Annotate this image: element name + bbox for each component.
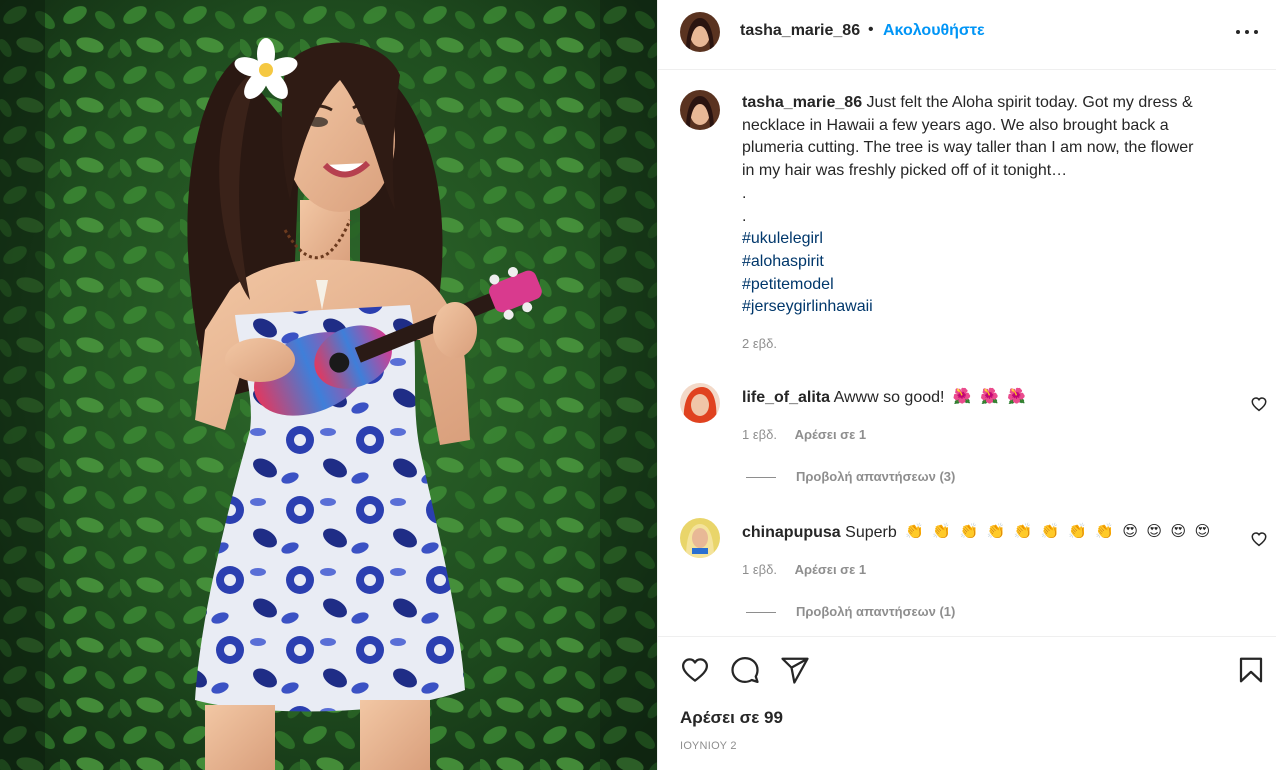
comment-text: life_of_alita Awww so good! 🌺 🌺 🌺 (742, 387, 1026, 407)
post-date[interactable]: ΙΟΥΝΙΟΥ 2 (680, 740, 737, 752)
clap-emoji: 👏 (959, 523, 979, 540)
replies-divider (746, 612, 776, 614)
caption-line: in my hair was freshly picked off of it … (742, 162, 1068, 180)
commenter-avatar[interactable] (680, 383, 720, 423)
comment-body: Awww so good! (833, 389, 945, 406)
comment-meta: 1 εβδ. Αρέσει σε 1 (742, 562, 866, 577)
hibiscus-emoji: 🌺 (952, 388, 972, 405)
view-replies-label: Προβολή απαντήσεων (3) (796, 469, 956, 484)
caption-line: . (742, 207, 747, 225)
post-actions-bar: Αρέσει σε 99 ΙΟΥΝΙΟΥ 2 (658, 636, 1276, 770)
view-replies-label: Προβολή απαντήσεων (1) (796, 604, 956, 619)
follow-button[interactable]: Ακολουθήστε (883, 22, 985, 40)
replies-divider (746, 477, 776, 479)
comment-icon[interactable] (730, 655, 760, 685)
comment-heart-icon[interactable] (1250, 530, 1268, 548)
hashtag-link[interactable]: #ukulelegirl (742, 228, 1252, 251)
clap-emoji: 👏 (1068, 523, 1087, 540)
view-replies-button[interactable]: Προβολή απαντήσεων (3) (746, 469, 955, 484)
caption-timestamp[interactable]: 2 εβδ. (742, 336, 777, 351)
clap-emoji: 👏 (1040, 523, 1060, 540)
hibiscus-emoji: 🌺 (980, 388, 999, 405)
author-avatar[interactable] (680, 12, 720, 52)
comment-timestamp[interactable]: 1 εβδ. (742, 562, 777, 577)
comment-meta: 1 εβδ. Αρέσει σε 1 (742, 427, 866, 442)
more-options-icon[interactable] (1234, 24, 1260, 40)
comment-heart-icon[interactable] (1250, 395, 1268, 413)
post-photo[interactable] (0, 0, 657, 770)
caption-line: . (742, 184, 747, 202)
comment-likes[interactable]: Αρέσει σε 1 (795, 562, 867, 577)
clap-emoji: 👏 (986, 523, 1006, 540)
caption-line: plumeria cutting. The tree is way taller… (742, 139, 1194, 157)
hashtag-link[interactable]: #alohaspirit (742, 251, 1252, 274)
comment-text: chinapupusa Superb 👏 👏 👏 👏 👏 👏 👏 👏 😍 😍 😍… (742, 522, 1210, 542)
hibiscus-emoji: 🌺 (1007, 388, 1026, 405)
separator-dot: • (868, 21, 874, 38)
comment-username[interactable]: chinapupusa (742, 524, 841, 541)
view-replies-button[interactable]: Προβολή απαντήσεων (1) (746, 604, 955, 619)
comment-body: Superb (845, 524, 897, 541)
caption-line: necklace in Hawaii a few years ago. We a… (742, 116, 1169, 134)
post-side-panel: tasha_marie_86 • Ακολουθήστε tasha_marie… (657, 0, 1276, 770)
clap-emoji: 👏 (932, 523, 952, 540)
caption-username[interactable]: tasha_marie_86 (742, 94, 862, 111)
hashtag-link[interactable]: #petitemodel (742, 274, 1252, 297)
clap-emoji: 👏 (1095, 523, 1114, 540)
clap-emoji: 👏 (1013, 523, 1033, 540)
post-likes-count[interactable]: Αρέσει σε 99 (680, 708, 783, 728)
caption-text: tasha_marie_86 Just felt the Aloha spiri… (742, 92, 1252, 319)
heart-icon[interactable] (680, 655, 710, 685)
comment-timestamp[interactable]: 1 εβδ. (742, 427, 777, 442)
caption-author-avatar[interactable] (680, 90, 720, 130)
commenter-avatar[interactable] (680, 518, 720, 558)
comment-item: life_of_alita Awww so good! 🌺 🌺 🌺 1 εβδ.… (658, 383, 1276, 523)
heart-eyes-emoji: 😍 (1170, 523, 1187, 540)
comment-likes[interactable]: Αρέσει σε 1 (795, 427, 867, 442)
bookmark-icon[interactable] (1236, 655, 1266, 685)
caption-line: Just felt the Aloha spirit today. Got my… (866, 94, 1193, 111)
hashtag-link[interactable]: #jerseygirlinhawaii (742, 296, 1252, 319)
clap-emoji: 👏 (905, 523, 924, 540)
comment-username[interactable]: life_of_alita (742, 389, 830, 406)
heart-eyes-emoji: 😍 (1146, 523, 1163, 540)
post-header: tasha_marie_86 • Ακολουθήστε (658, 0, 1276, 70)
author-username[interactable]: tasha_marie_86 (740, 22, 860, 40)
paper-plane-icon[interactable] (780, 655, 810, 685)
heart-eyes-emoji: 😍 (1194, 523, 1211, 540)
heart-eyes-emoji: 😍 (1122, 523, 1138, 540)
